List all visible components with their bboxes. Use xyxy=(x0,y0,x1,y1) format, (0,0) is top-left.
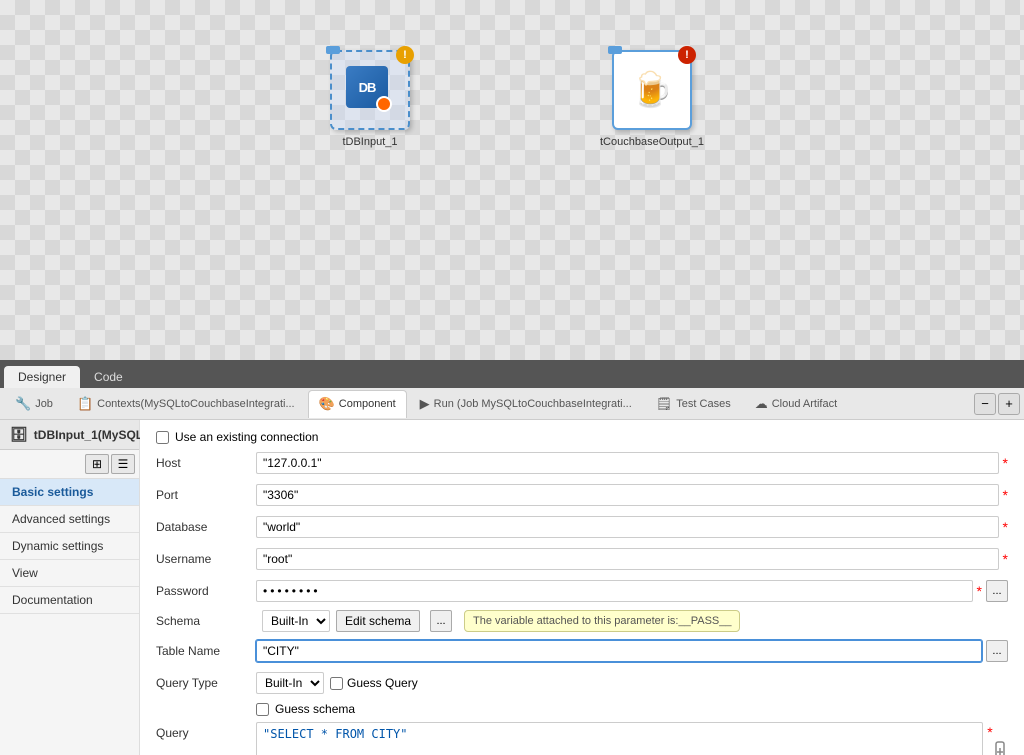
tab-job-label: Job xyxy=(35,398,53,410)
table-name-row: Table Name ... xyxy=(156,638,1008,664)
sidebar-item-basic[interactable]: Basic settings xyxy=(0,479,139,506)
guess-query-checkbox[interactable] xyxy=(330,677,343,690)
use-existing-connection-checkbox[interactable] xyxy=(156,431,169,444)
schema-row: Schema Built-In Edit schema ... The vari… xyxy=(156,610,1008,632)
schema-ellipsis-button[interactable]: ... xyxy=(430,610,452,632)
tab-designer[interactable]: Designer xyxy=(4,366,80,388)
tab-run-label: Run (Job MySQLtoCouchbaseIntegrati... xyxy=(434,398,632,410)
username-label: Username xyxy=(156,552,256,566)
node-tdbinput[interactable]: ! DB tDBInput_1 xyxy=(330,50,410,148)
schema-tooltip: The variable attached to this parameter … xyxy=(464,610,740,632)
database-label: Database xyxy=(156,520,256,534)
guess-query-label: Guess Query xyxy=(347,676,418,690)
use-existing-connection-label: Use an existing connection xyxy=(175,430,318,444)
password-label: Password xyxy=(156,584,256,598)
tab-test-cases-label: Test Cases xyxy=(676,398,730,410)
component-icon: 🎨 xyxy=(319,396,335,412)
node-indicator xyxy=(326,46,340,54)
query-expand-button[interactable] xyxy=(993,722,1008,755)
database-required: * xyxy=(1003,519,1008,535)
sidebar-item-documentation[interactable]: Documentation xyxy=(0,587,139,614)
tab-cloud-artifact-label: Cloud Artifact xyxy=(772,398,837,410)
sidebar-item-advanced[interactable]: Advanced settings xyxy=(0,506,139,533)
username-required: * xyxy=(1003,551,1008,567)
password-input[interactable] xyxy=(256,580,973,602)
node-tdbinput-label: tDBInput_1 xyxy=(342,136,397,148)
list-view-button[interactable]: ☰ xyxy=(111,454,135,474)
db-title-icon: 🗄 xyxy=(10,426,28,443)
node-couchbase[interactable]: ! 🍺 tCouchbaseOutput_1 xyxy=(600,50,704,148)
host-required: * xyxy=(1003,455,1008,471)
tab-component-label: Component xyxy=(339,398,396,410)
query-type-dropdown[interactable]: Built-In xyxy=(256,672,324,694)
use-existing-connection-row: Use an existing connection xyxy=(156,430,1008,444)
main-content: Use an existing connection Host * Port *… xyxy=(140,420,1024,755)
guess-schema-checkbox[interactable] xyxy=(256,703,269,716)
sidebar-item-view[interactable]: View xyxy=(0,560,139,587)
tab-component[interactable]: 🎨 Component xyxy=(308,390,407,418)
run-icon: ▶ xyxy=(420,396,430,412)
bottom-panel: 🗄 tDBInput_1(MySQL) ⊞ ☰ Basic settings A… xyxy=(0,420,1024,755)
query-label: Query xyxy=(156,722,256,740)
guess-schema-row: Guess schema xyxy=(256,702,1008,716)
component-title-text: tDBInput_1(MySQL) xyxy=(34,428,147,442)
job-icon: 🔧 xyxy=(15,396,31,412)
username-input[interactable] xyxy=(256,548,999,570)
edit-schema-button[interactable]: Edit schema xyxy=(336,610,420,632)
tab-run[interactable]: ▶ Run (Job MySQLtoCouchbaseIntegrati... xyxy=(409,390,643,418)
component-title: 🗄 tDBInput_1(MySQL) xyxy=(0,420,139,450)
port-row: Port * xyxy=(156,482,1008,508)
tab-code[interactable]: Code xyxy=(80,366,137,388)
port-label: Port xyxy=(156,488,256,502)
schema-label: Schema xyxy=(156,614,256,628)
settings-sidebar: 🗄 tDBInput_1(MySQL) ⊞ ☰ Basic settings A… xyxy=(0,420,140,755)
designer-code-bar: Designer Code xyxy=(0,360,1024,388)
username-row: Username * xyxy=(156,546,1008,572)
query-type-label: Query Type xyxy=(156,676,256,690)
table-name-input[interactable] xyxy=(256,640,982,662)
test-icon: 🗒 xyxy=(656,396,673,412)
tab-contexts-label: Contexts(MySQLtoCouchbaseIntegrati... xyxy=(97,398,294,410)
table-ellipsis-button[interactable]: ... xyxy=(986,640,1008,662)
tab-job[interactable]: 🔧 Job xyxy=(4,390,64,418)
cloud-icon: ☁ xyxy=(755,396,768,412)
tab-cloud-artifact[interactable]: ☁ Cloud Artifact xyxy=(744,390,848,418)
host-input[interactable] xyxy=(256,452,999,474)
port-required: * xyxy=(1003,487,1008,503)
tab-contexts[interactable]: 📋 Contexts(MySQLtoCouchbaseIntegrati... xyxy=(66,390,306,418)
host-row: Host * xyxy=(156,450,1008,476)
tab-plus-button[interactable]: + xyxy=(998,393,1020,415)
port-input[interactable] xyxy=(256,484,999,506)
node-indicator-2 xyxy=(608,46,622,54)
guess-schema-label: Guess schema xyxy=(275,702,355,716)
tab-test-cases[interactable]: 🗒 Test Cases xyxy=(645,390,742,418)
query-textarea[interactable]: "SELECT * FROM CITY" xyxy=(256,722,983,755)
database-input[interactable] xyxy=(256,516,999,538)
tab-minus-button[interactable]: − xyxy=(974,393,996,415)
schema-dropdown[interactable]: Built-In xyxy=(262,610,330,632)
sidebar-item-dynamic[interactable]: Dynamic settings xyxy=(0,533,139,560)
query-row: Query "SELECT * FROM CITY" * xyxy=(156,722,1008,755)
table-name-label: Table Name xyxy=(156,644,256,658)
main-tabs-bar: 🔧 Job 📋 Contexts(MySQLtoCouchbaseIntegra… xyxy=(0,388,1024,420)
database-row: Database * xyxy=(156,514,1008,540)
query-type-row: Query Type Built-In Guess Query xyxy=(156,670,1008,696)
contexts-icon: 📋 xyxy=(77,396,93,412)
host-label: Host xyxy=(156,456,256,470)
password-ellipsis-button[interactable]: ... xyxy=(986,580,1008,602)
grid-view-button[interactable]: ⊞ xyxy=(85,454,109,474)
node-couchbase-label: tCouchbaseOutput_1 xyxy=(600,136,704,148)
password-row: Password * ... xyxy=(156,578,1008,604)
password-required: * xyxy=(977,583,982,599)
node-error-badge: ! xyxy=(678,46,696,64)
node-warning-badge: ! xyxy=(396,46,414,64)
canvas: ! DB tDBInput_1 ! 🍺 tCouchbaseOutput_1 xyxy=(0,0,1024,360)
